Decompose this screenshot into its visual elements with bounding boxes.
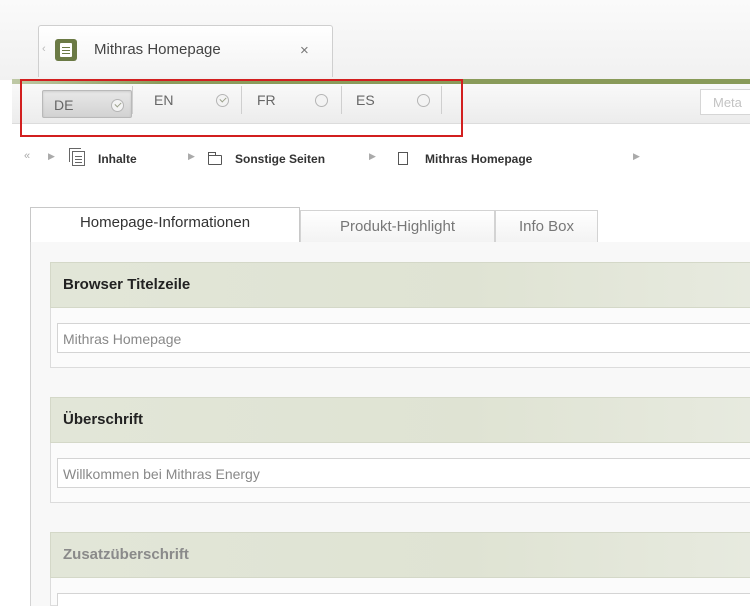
language-button-de[interactable]: DE (42, 90, 132, 118)
breadcrumb-label: Sonstige Seiten (235, 152, 326, 166)
language-label-es: ES (356, 92, 375, 108)
tab-produkt-highlight[interactable]: Produkt-Highlight (300, 210, 495, 242)
breadcrumb-label: Inhalte (98, 152, 137, 166)
content-stack-icon (69, 148, 85, 166)
language-label-en: EN (154, 92, 174, 108)
ueberschrift-input[interactable]: Willkommen bei Mithras Energy (57, 458, 750, 488)
breadcrumb-label: Mithras Homepage (425, 152, 533, 166)
tab-scroll-left-icon[interactable]: ‹ (42, 43, 48, 55)
language-label-fr: FR (257, 92, 276, 108)
chevron-right-icon: ▶ (369, 151, 376, 161)
section-header-ueberschrift: Überschrift (50, 397, 750, 443)
language-button-fr[interactable]: FR (242, 86, 342, 114)
breadcrumb: « ▶ Inhalte ▶ Sonstige Seiten ▶ Mithras … (0, 148, 750, 170)
form-tabs: Homepage-Informationen Produkt-Highlight… (30, 207, 750, 243)
check-icon (216, 94, 229, 107)
check-icon (111, 99, 124, 112)
chevron-right-icon: ▶ (188, 151, 195, 161)
tab-homepage-informationen[interactable]: Homepage-Informationen (30, 207, 300, 243)
circle-icon (417, 94, 430, 107)
circle-icon (315, 94, 328, 107)
language-button-en[interactable]: EN (132, 86, 242, 114)
folder-icon (208, 152, 222, 165)
collapse-icon[interactable]: « (24, 150, 30, 162)
page-icon (398, 152, 408, 165)
document-icon (55, 39, 77, 61)
section-header-browser-titelzeile: Browser Titelzeile (50, 262, 750, 308)
language-label-de: DE (54, 97, 74, 113)
document-tab-title: Mithras Homepage (94, 41, 221, 58)
zusatzueberschrift-input[interactable] (57, 593, 750, 606)
close-tab-icon[interactable]: × (300, 42, 309, 59)
browser-titelzeile-input[interactable]: Mithras Homepage (57, 323, 750, 353)
chevron-right-icon: ▶ (633, 151, 640, 161)
meta-field[interactable]: Meta (700, 89, 750, 115)
section-header-zusatzueberschrift: Zusatzüberschrift (50, 532, 750, 578)
document-tab[interactable]: ‹ Mithras Homepage × (38, 25, 333, 77)
tab-info-box[interactable]: Info Box (495, 210, 598, 242)
language-button-es[interactable]: ES (342, 86, 442, 114)
chevron-right-icon: ▶ (48, 151, 55, 161)
